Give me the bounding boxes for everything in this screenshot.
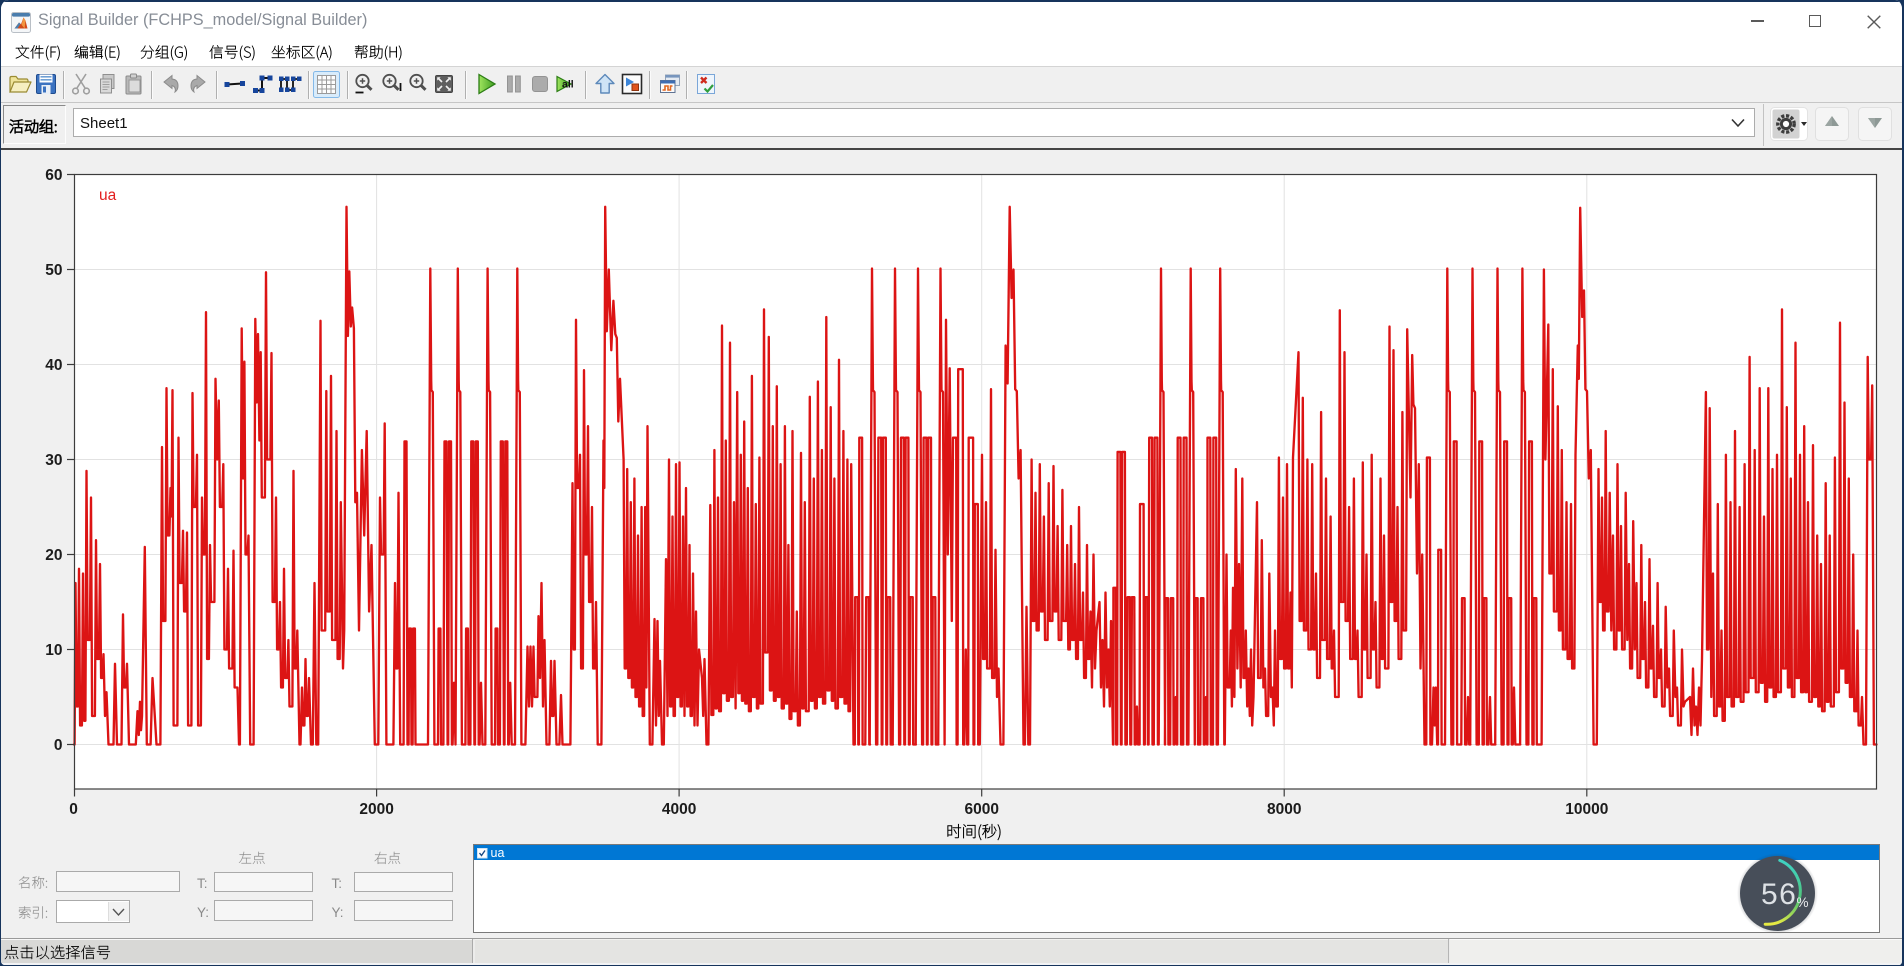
svg-text:%: %	[1797, 895, 1809, 910]
svg-text:all: all	[562, 79, 574, 91]
svg-text:10000: 10000	[1565, 801, 1608, 818]
svg-text:56: 56	[1761, 878, 1797, 911]
svg-text:8000: 8000	[1267, 801, 1301, 818]
svg-text:6000: 6000	[964, 801, 998, 818]
svg-text:4000: 4000	[662, 801, 696, 818]
